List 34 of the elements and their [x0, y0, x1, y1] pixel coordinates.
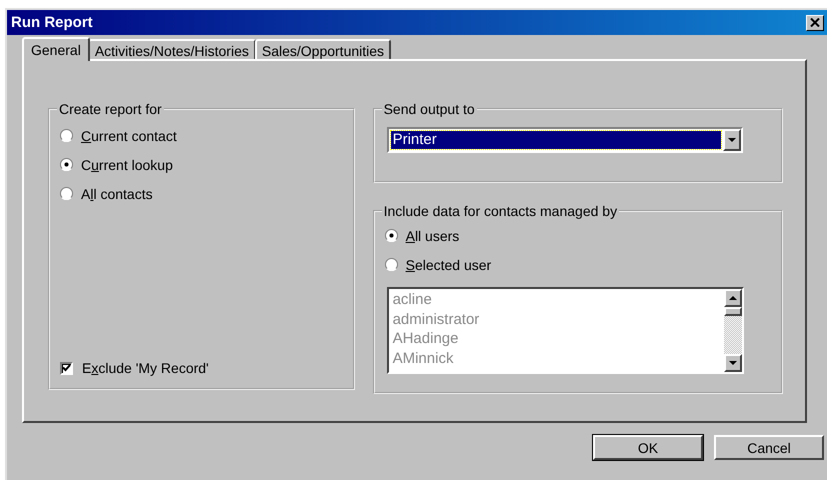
dropdown-value: Printer: [390, 131, 721, 149]
radio-button[interactable]: [60, 129, 73, 142]
tab[interactable]: Sales/Opportunities: [254, 39, 392, 59]
radio-label[interactable]: All users: [406, 228, 460, 244]
tab[interactable]: General: [22, 37, 90, 61]
scroll-down-button[interactable]: [724, 354, 742, 372]
checkbox[interactable]: [60, 362, 73, 374]
close-icon: [810, 18, 820, 27]
check-icon: [62, 364, 71, 372]
radio-button[interactable]: [60, 158, 73, 171]
tab[interactable]: Activities/Notes/Histories: [88, 39, 256, 59]
radio-label[interactable]: All contacts: [81, 186, 153, 202]
group-title: Send output to: [382, 101, 476, 117]
radio-label[interactable]: Current lookup: [81, 156, 173, 172]
checkbox-label[interactable]: Exclude 'My Record': [82, 360, 209, 376]
dialog-button[interactable]: OK: [593, 435, 703, 460]
group-title: Create report for: [58, 101, 163, 117]
radio-button[interactable]: [384, 258, 398, 271]
radio-label[interactable]: Current contact: [81, 128, 177, 144]
radio-label[interactable]: Selected user: [406, 256, 492, 272]
radio-button[interactable]: [60, 187, 73, 200]
dialog-button[interactable]: Cancel: [714, 435, 824, 460]
scroll-up-button[interactable]: [724, 289, 742, 307]
group-title: Include data for contacts managed by: [382, 203, 618, 219]
caret-icon: [728, 138, 736, 142]
dropdown-button[interactable]: [722, 129, 741, 151]
up-arrow-icon: [728, 296, 737, 300]
down-arrow-icon: [728, 361, 737, 365]
scrollbar[interactable]: [724, 289, 742, 372]
radio-button[interactable]: [384, 229, 398, 242]
scroll-thumb[interactable]: [724, 307, 742, 316]
output-dropdown[interactable]: Printer: [386, 127, 743, 153]
window-title: Run Report: [11, 14, 93, 31]
close-button[interactable]: [806, 14, 824, 30]
